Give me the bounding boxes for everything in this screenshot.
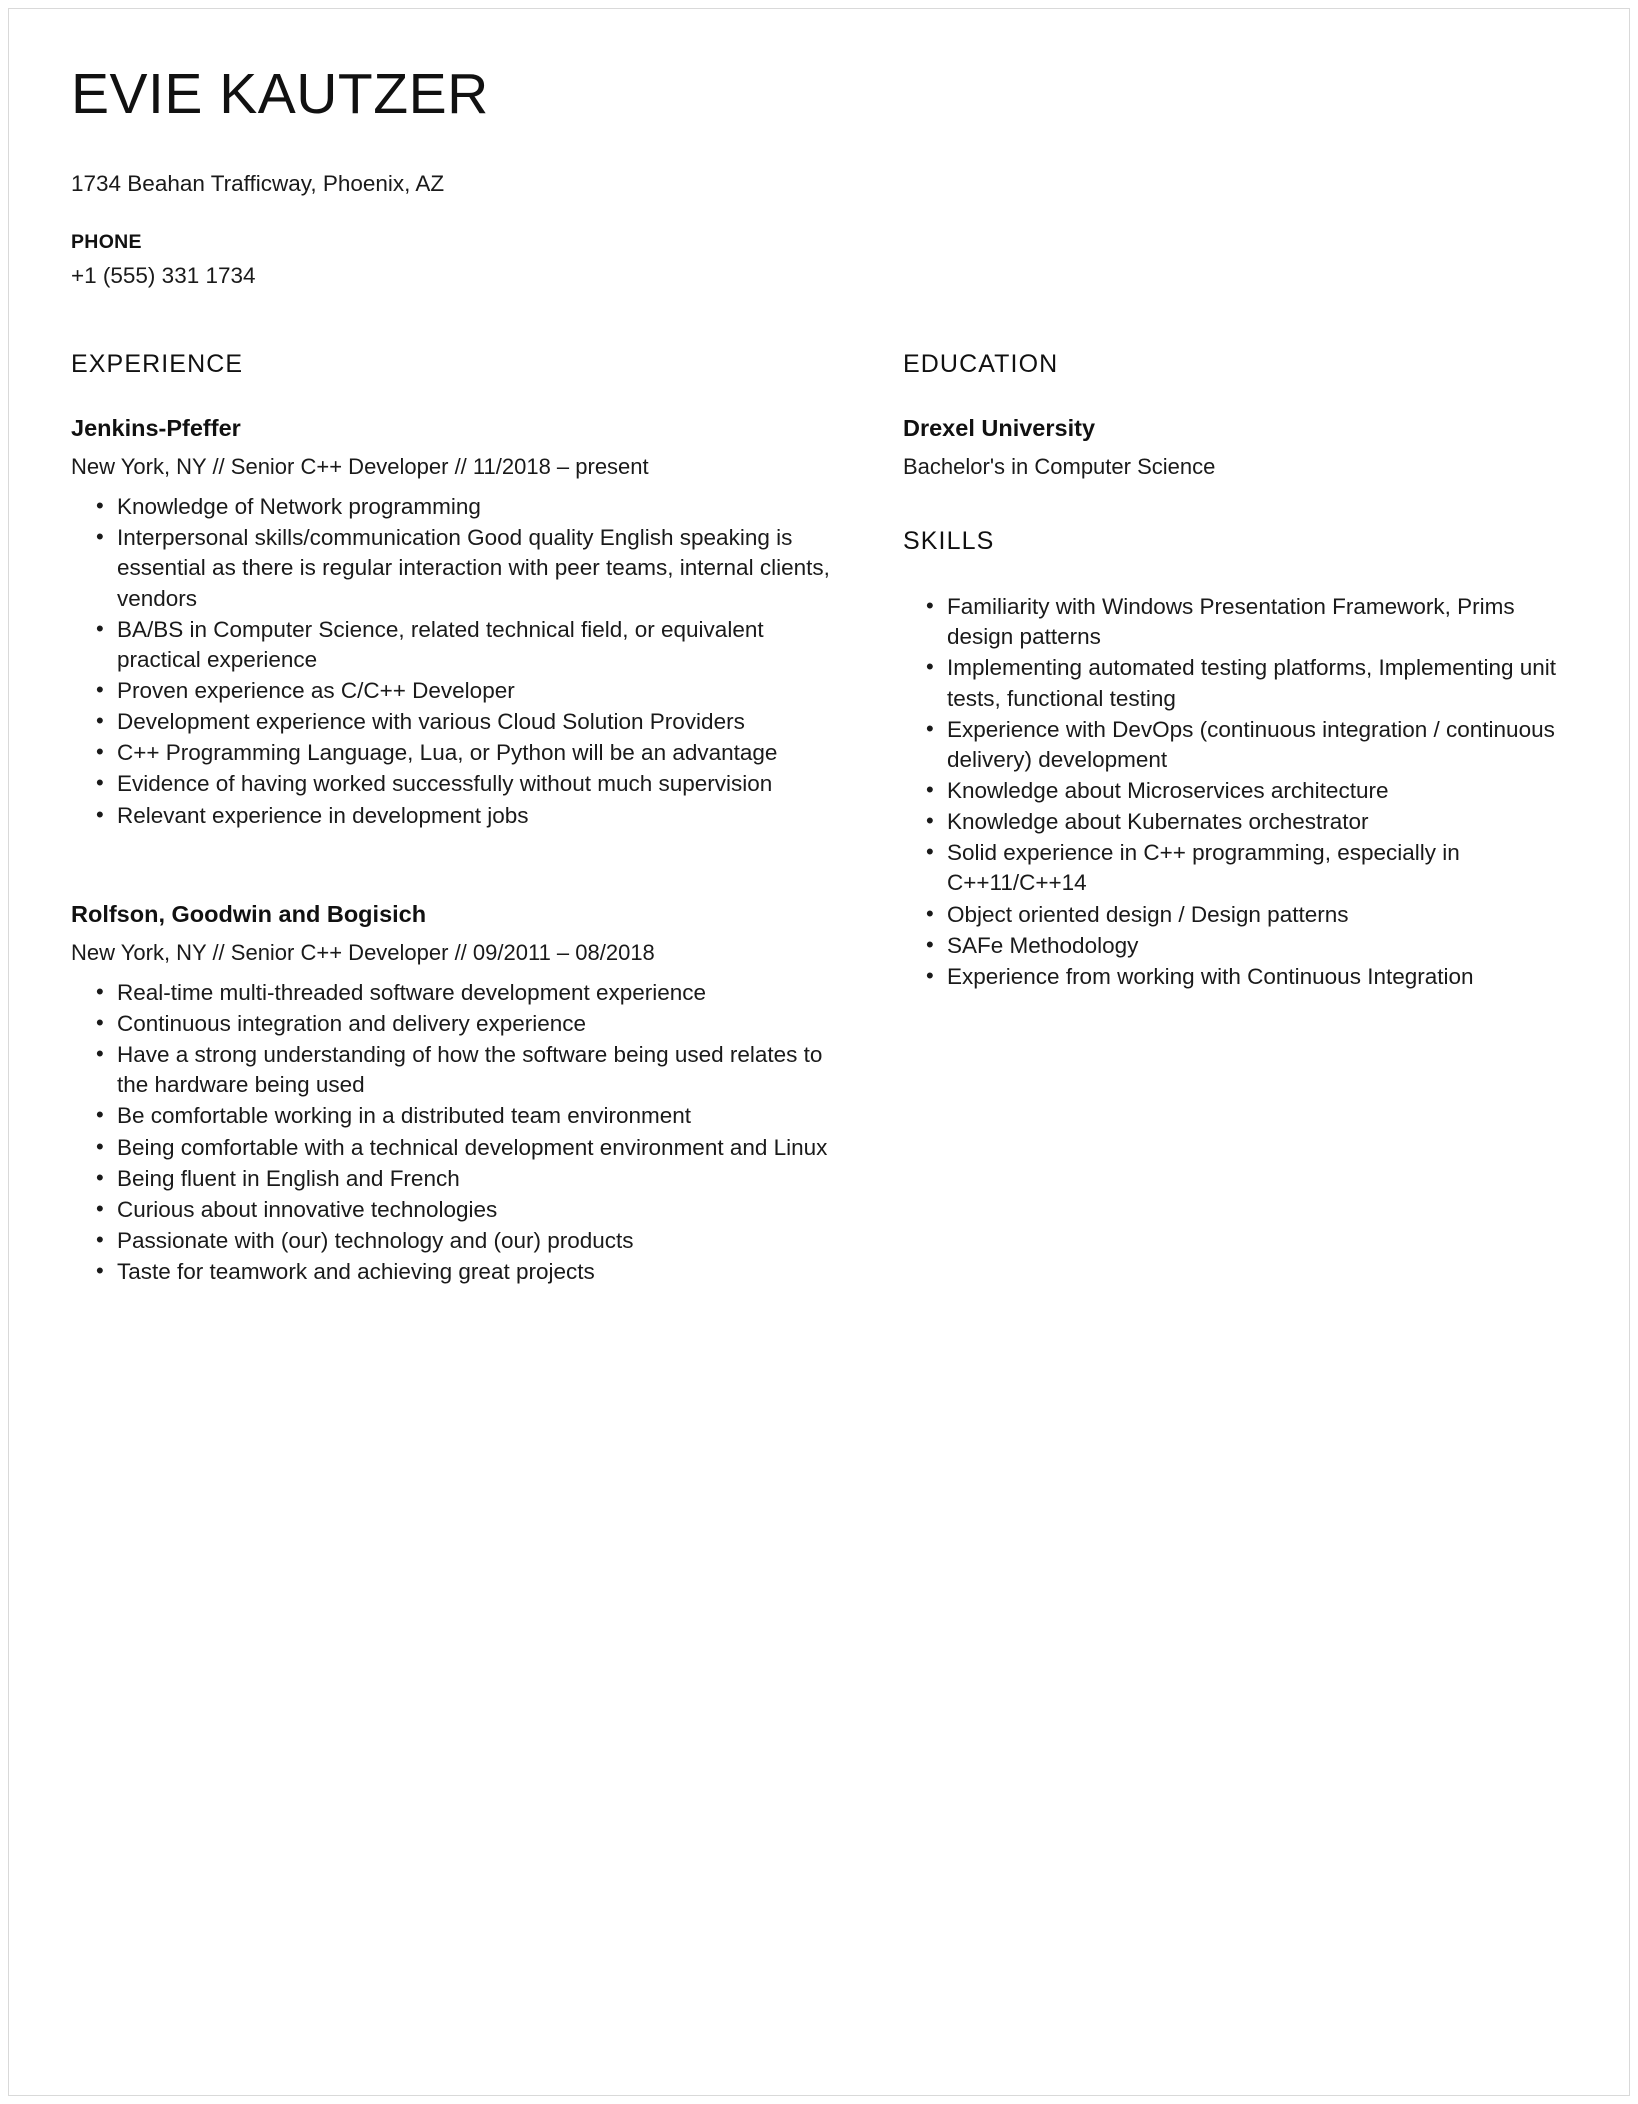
- education-school: Drexel University: [903, 414, 1096, 441]
- two-column-body: EXPERIENCE Jenkins-Pfeffer New York, NY …: [71, 349, 1573, 1327]
- experience-column: EXPERIENCE Jenkins-Pfeffer New York, NY …: [71, 349, 851, 1327]
- education-skills-column: EDUCATION Drexel University Bachelor's i…: [903, 349, 1573, 993]
- list-item: Experience from working with Continuous …: [903, 961, 1573, 992]
- education-degree: Bachelor's in Computer Science: [903, 454, 1216, 480]
- list-item: Knowledge about Kubernates orchestrator: [903, 806, 1573, 837]
- phone-label: PHONE: [71, 231, 142, 254]
- list-item: Passionate with (our) technology and (ou…: [71, 1225, 851, 1256]
- list-item: Relevant experience in development jobs: [71, 800, 851, 831]
- list-item: Development experience with various Clou…: [71, 706, 851, 737]
- list-item: Familiarity with Windows Presentation Fr…: [903, 591, 1573, 652]
- contact-block: PHONE +1 (555) 331 1734: [71, 229, 1573, 291]
- section-heading-skills: SKILLS: [903, 527, 995, 556]
- list-item: Continuous integration and delivery expe…: [71, 1008, 851, 1039]
- list-item: Be comfortable working in a distributed …: [71, 1100, 851, 1131]
- address-line: 1734 Beahan Trafficway, Phoenix, AZ: [71, 170, 445, 196]
- experience-bullet-list: Knowledge of Network programming Interpe…: [71, 491, 851, 831]
- list-item: Proven experience as C/C++ Developer: [71, 675, 851, 706]
- experience-entry: Jenkins-Pfeffer New York, NY // Senior C…: [71, 413, 851, 831]
- phone-value: +1 (555) 331 1734: [71, 262, 256, 288]
- list-item: Evidence of having worked successfully w…: [71, 768, 851, 799]
- list-item: C++ Programming Language, Lua, or Python…: [71, 737, 851, 768]
- resume-sheet: EVIE KAUTZER 1734 Beahan Trafficway, Pho…: [8, 8, 1630, 2096]
- experience-company: Rolfson, Goodwin and Bogisich: [71, 900, 427, 927]
- resume-content: EVIE KAUTZER 1734 Beahan Trafficway, Pho…: [71, 62, 1573, 2055]
- resume-page: EVIE KAUTZER 1734 Beahan Trafficway, Pho…: [0, 0, 1638, 2104]
- list-item: Being comfortable with a technical devel…: [71, 1132, 851, 1163]
- list-item: Object oriented design / Design patterns: [903, 899, 1573, 930]
- experience-meta: New York, NY // Senior C++ Developer // …: [71, 940, 655, 966]
- experience-company: Jenkins-Pfeffer: [71, 414, 241, 441]
- list-item: Real-time multi-threaded software develo…: [71, 977, 851, 1008]
- list-item: Implementing automated testing platforms…: [903, 652, 1573, 713]
- experience-bullet-list: Real-time multi-threaded software develo…: [71, 977, 851, 1287]
- list-item: BA/BS in Computer Science, related techn…: [71, 614, 851, 675]
- list-item: Taste for teamwork and achieving great p…: [71, 1256, 851, 1287]
- list-item: Solid experience in C++ programming, esp…: [903, 837, 1573, 898]
- page-title: EVIE KAUTZER: [71, 62, 489, 126]
- experience-entry: Rolfson, Goodwin and Bogisich New York, …: [71, 899, 851, 1288]
- list-item: Curious about innovative technologies: [71, 1194, 851, 1225]
- skills-bullet-list: Familiarity with Windows Presentation Fr…: [903, 591, 1573, 992]
- experience-meta: New York, NY // Senior C++ Developer // …: [71, 454, 649, 480]
- list-item: Have a strong understanding of how the s…: [71, 1039, 851, 1100]
- list-item: Experience with DevOps (continuous integ…: [903, 714, 1573, 775]
- list-item: Knowledge about Microservices architectu…: [903, 775, 1573, 806]
- list-item: Interpersonal skills/communication Good …: [71, 522, 851, 613]
- entry-spacer: [71, 871, 851, 899]
- section-heading-experience: EXPERIENCE: [71, 349, 244, 378]
- list-item: Knowledge of Network programming: [71, 491, 851, 522]
- list-item: Being fluent in English and French: [71, 1163, 851, 1194]
- list-item: SAFe Methodology: [903, 930, 1573, 961]
- section-heading-education: EDUCATION: [903, 349, 1059, 378]
- education-entry: Drexel University Bachelor's in Computer…: [903, 413, 1573, 482]
